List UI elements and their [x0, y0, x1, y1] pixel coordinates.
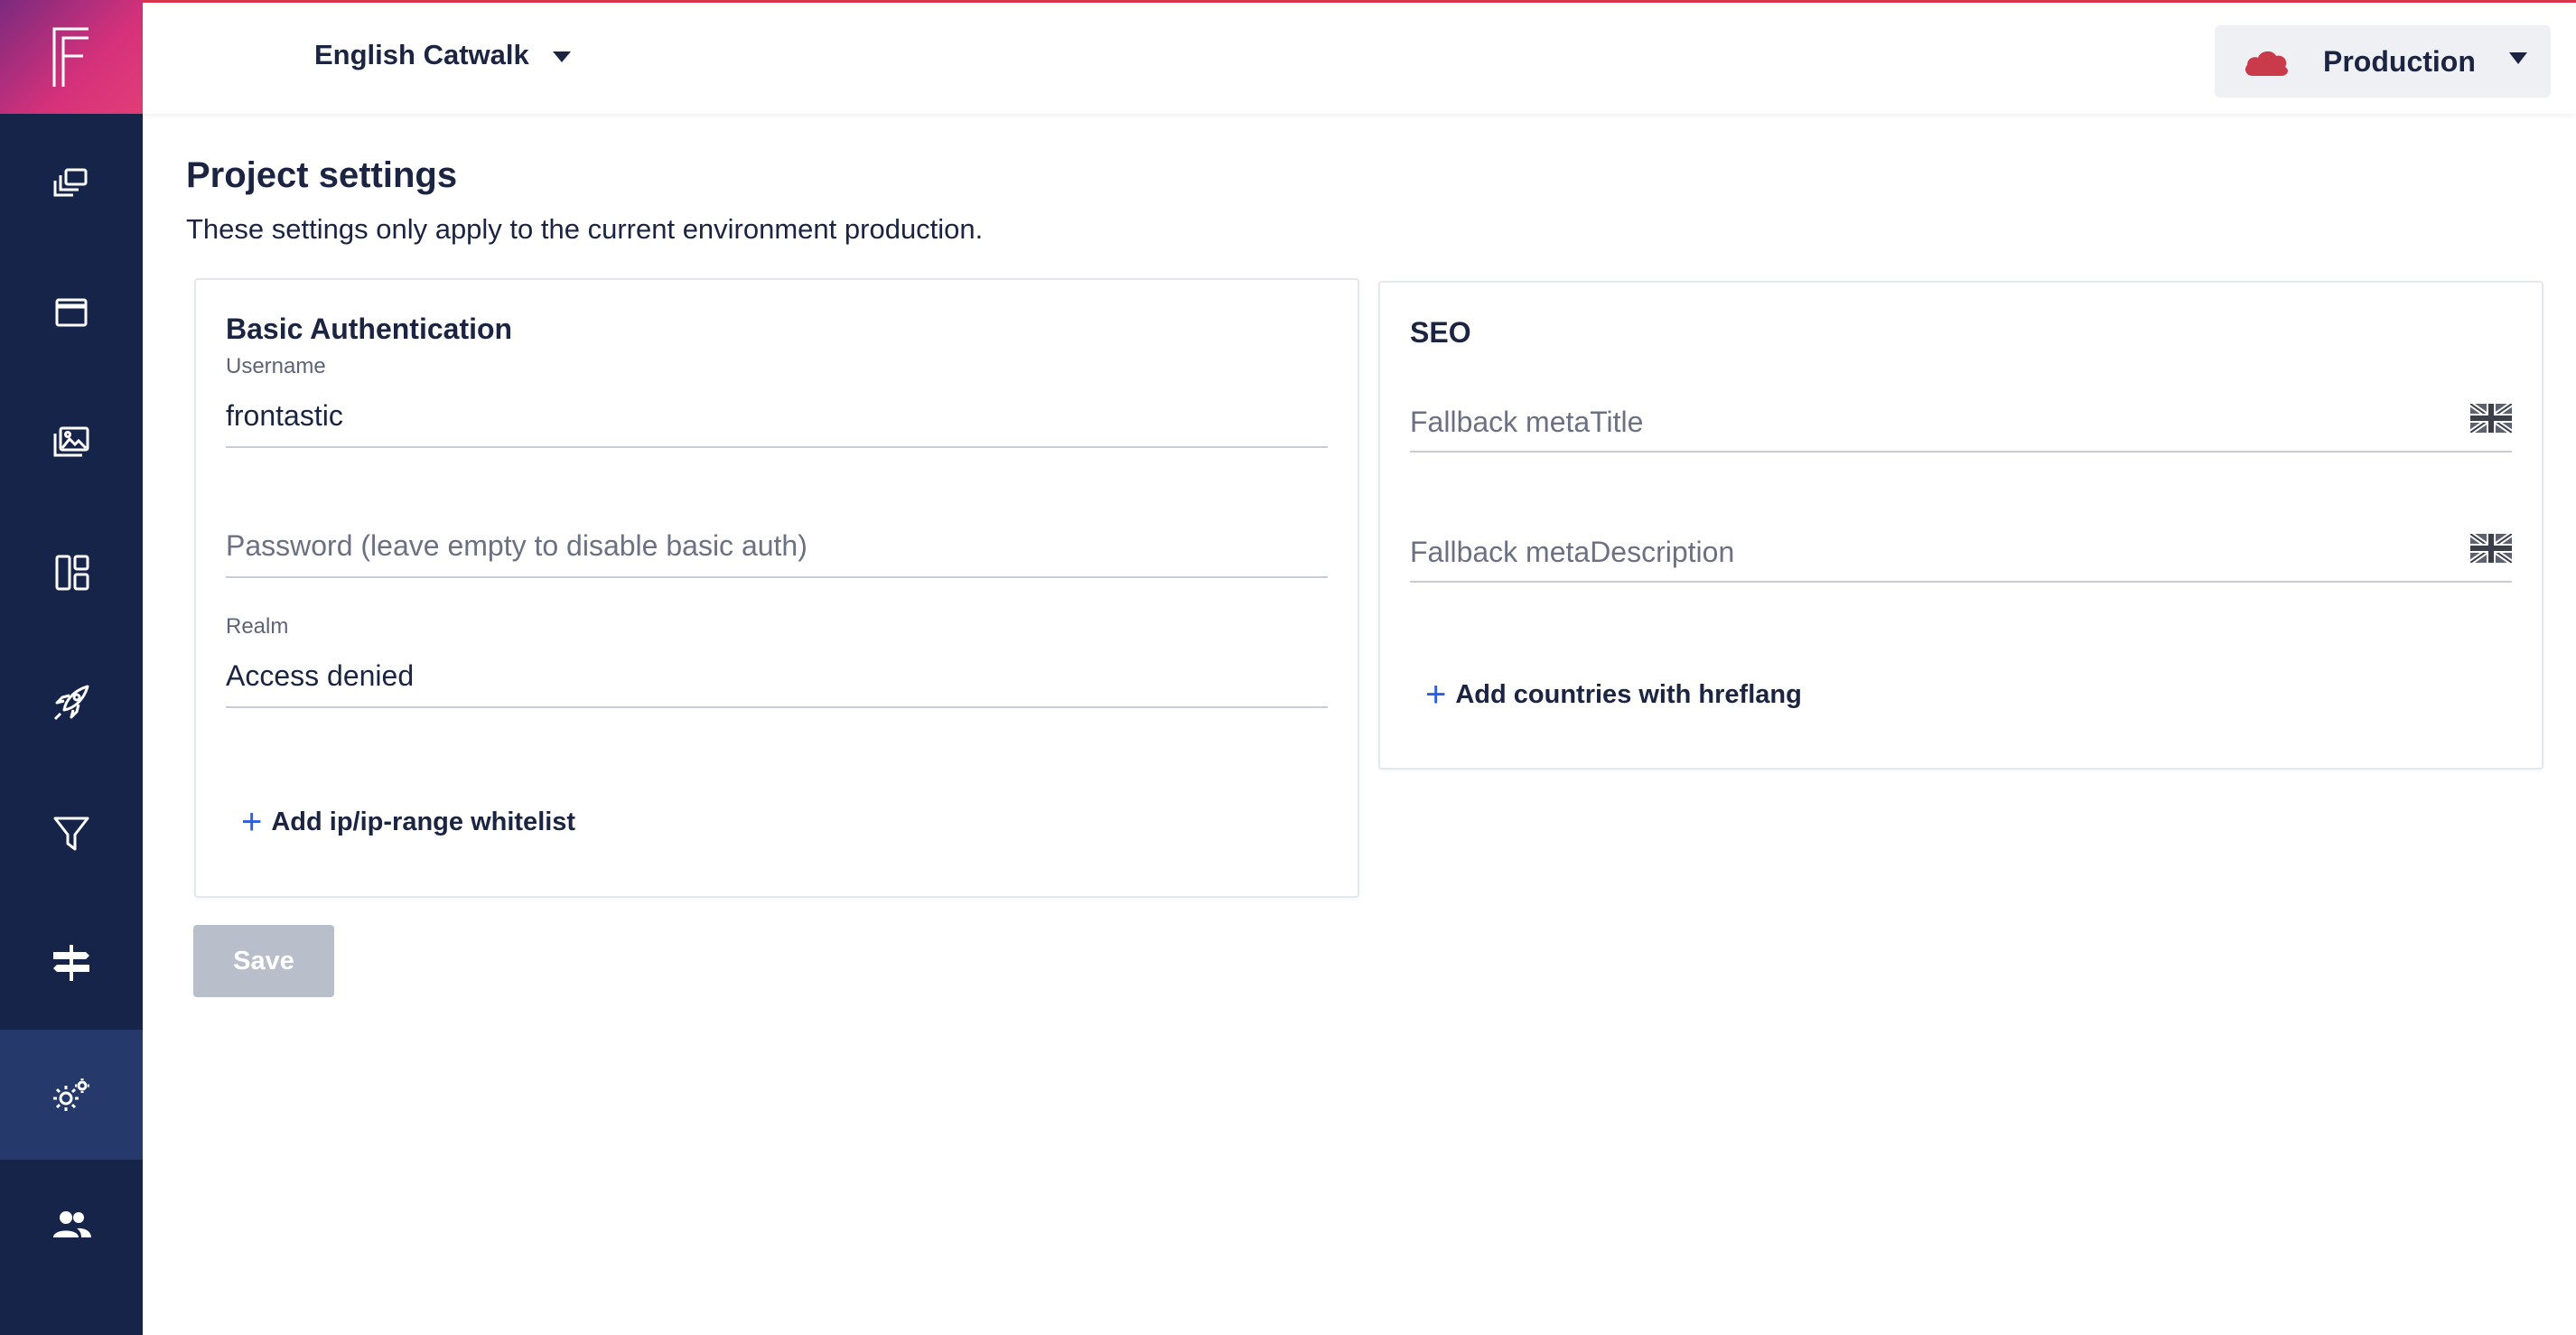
sidebar-item-routing[interactable] [0, 898, 143, 1028]
media-icon [53, 426, 89, 457]
window-icon [55, 298, 88, 327]
pages-icon [53, 168, 88, 197]
settings-icon [53, 1078, 89, 1111]
project-name: English Catwalk [314, 39, 529, 70]
add-countries-button[interactable]: + Add countries with hreflang [1425, 677, 1802, 713]
logo-icon [52, 27, 89, 87]
dashboard-icon [55, 555, 89, 591]
uk-flag-icon[interactable] [2470, 534, 2512, 563]
seo-card: SEO Fallback metaTitle Fallback metaDesc… [1378, 281, 2543, 770]
add-whitelist-button[interactable]: + Add ip/ip-range whitelist [241, 804, 575, 840]
sidebar-item-filter[interactable] [0, 768, 143, 898]
plus-icon: + [241, 802, 263, 842]
realm-field[interactable]: Realm Access denied [226, 614, 1328, 708]
add-whitelist-label: Add ip/ip-range whitelist [271, 807, 576, 836]
filter-icon [53, 817, 89, 851]
realm-value: Access denied [226, 659, 415, 692]
rocket-icon [53, 685, 89, 721]
basic-auth-title: Basic Authentication [226, 313, 513, 345]
uk-flag-icon[interactable] [2470, 404, 2512, 433]
username-label: Username [226, 354, 326, 378]
password-field[interactable]: Password (leave empty to disable basic a… [226, 484, 1328, 578]
username-value: frontastic [226, 399, 343, 432]
username-field[interactable]: Username frontastic [226, 354, 1328, 448]
users-icon [53, 1211, 91, 1237]
sidebar-item-media[interactable] [0, 378, 143, 508]
environment-label: Production [2323, 45, 2476, 78]
meta-title-field[interactable]: Fallback metaTitle [1410, 387, 2512, 453]
project-selector[interactable]: English Catwalk [314, 39, 571, 71]
sidebar-item-dashboard[interactable] [0, 508, 143, 638]
meta-description-field[interactable]: Fallback metaDescription [1410, 518, 2512, 583]
sidebar [0, 0, 143, 1335]
sidebar-item-settings[interactable] [0, 1030, 143, 1160]
sidebar-item-window[interactable] [0, 247, 143, 378]
password-placeholder: Password (leave empty to disable basic a… [226, 529, 807, 562]
sidebar-item-deploy[interactable] [0, 638, 143, 768]
page-title: Project settings [186, 155, 458, 195]
top-header: English Catwalk Production [143, 3, 2576, 114]
sidebar-item-users[interactable] [0, 1160, 143, 1290]
meta-description-placeholder: Fallback metaDescription [1410, 536, 1735, 568]
chevron-down-icon [2509, 52, 2527, 64]
environment-selector[interactable]: Production [2215, 25, 2551, 98]
add-countries-label: Add countries with hreflang [1455, 679, 1802, 709]
save-button[interactable]: Save [193, 925, 334, 997]
meta-title-placeholder: Fallback metaTitle [1410, 406, 1644, 438]
signpost-icon [53, 945, 89, 981]
sidebar-item-pages[interactable] [0, 117, 143, 247]
plus-icon: + [1425, 675, 1447, 714]
realm-label: Realm [226, 614, 289, 639]
frontastic-logo[interactable] [0, 0, 143, 114]
page-subtitle: These settings only apply to the current… [186, 213, 984, 245]
cloud-icon [2245, 51, 2288, 76]
seo-title: SEO [1410, 316, 1471, 349]
basic-auth-card: Basic Authentication Username frontastic… [194, 278, 1359, 898]
chevron-down-icon [552, 51, 571, 62]
